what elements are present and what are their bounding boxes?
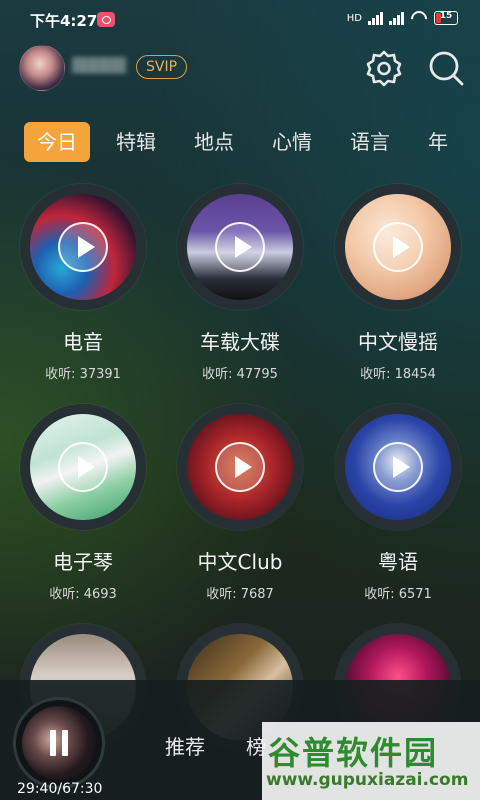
tab-mood[interactable]: 心情 (272, 122, 312, 162)
mini-player-disc[interactable] (13, 697, 105, 789)
network-label: HD (346, 12, 362, 24)
tab-location[interactable]: 地点 (194, 122, 234, 162)
playlist-card[interactable]: 车载大碟 收听: 47795 (165, 184, 315, 382)
play-icon[interactable] (373, 442, 423, 492)
playlist-card[interactable]: 中文Club 收听: 7687 (165, 404, 315, 602)
pause-icon[interactable] (50, 730, 70, 756)
playlist-cover[interactable] (335, 404, 461, 530)
play-icon[interactable] (215, 442, 265, 492)
play-icon[interactable] (215, 222, 265, 272)
playlist-cover[interactable] (177, 404, 303, 530)
signal-2-icon (389, 11, 404, 25)
search-icon[interactable] (426, 48, 466, 88)
playlist-listen-count: 收听: 7687 (206, 587, 274, 602)
watermark-title: 谷普软件园 (268, 734, 439, 772)
battery-icon: 15 (434, 11, 458, 25)
status-time: 下午4:27 (30, 12, 98, 30)
nav-recommend[interactable]: 推荐 (165, 731, 205, 760)
tab-special[interactable]: 特辑 (116, 122, 156, 162)
avatar[interactable] (19, 45, 65, 91)
playlist-title: 粤语 (378, 550, 418, 574)
wifi-icon (410, 11, 428, 25)
playlist-title: 车载大碟 (200, 330, 280, 354)
tab-today[interactable]: 今日 (24, 122, 90, 162)
playlist-cover[interactable] (335, 184, 461, 310)
svip-badge[interactable]: SVIP (136, 55, 188, 79)
status-bar: 下午4:27 HD 15 (0, 0, 480, 40)
playlist-title: 电子琴 (53, 550, 113, 574)
playlist-listen-count: 收听: 47795 (202, 367, 278, 382)
status-icons: HD 15 (347, 11, 458, 25)
playlist-card[interactable]: 粤语 收听: 6571 (323, 404, 473, 602)
playlist-card[interactable]: 电音 收听: 37391 (8, 184, 158, 382)
app-notification-icon (97, 12, 115, 27)
playlist-listen-count: 收听: 18454 (360, 367, 436, 382)
playlist-cover[interactable] (177, 184, 303, 310)
playlist-title: 中文Club (197, 550, 283, 574)
playback-time: 29:40/67:30 (17, 781, 103, 797)
username-blurred: █████ (72, 58, 126, 74)
category-tabs: 今日 特辑 地点 心情 语言 年 (24, 122, 480, 162)
playlist-title: 电音 (63, 330, 103, 354)
play-icon[interactable] (58, 222, 108, 272)
gear-icon[interactable] (364, 48, 404, 88)
playlist-cover[interactable] (20, 404, 146, 530)
battery-level: 15 (439, 11, 453, 21)
playlist-listen-count: 收听: 6571 (364, 587, 432, 602)
playlist-card[interactable]: 电子琴 收听: 4693 (8, 404, 158, 602)
play-icon[interactable] (373, 222, 423, 272)
tab-year[interactable]: 年 (428, 122, 448, 162)
playlist-listen-count: 收听: 37391 (45, 367, 121, 382)
playlist-title: 中文慢摇 (358, 330, 438, 354)
watermark-url: www.gupuxiazai.com (266, 770, 469, 790)
playlist-card[interactable]: 中文慢摇 收听: 18454 (323, 184, 473, 382)
playlist-listen-count: 收听: 4693 (49, 587, 117, 602)
playlist-cover[interactable] (20, 184, 146, 310)
signal-icon (368, 11, 383, 25)
play-icon[interactable] (58, 442, 108, 492)
tab-language[interactable]: 语言 (350, 122, 390, 162)
